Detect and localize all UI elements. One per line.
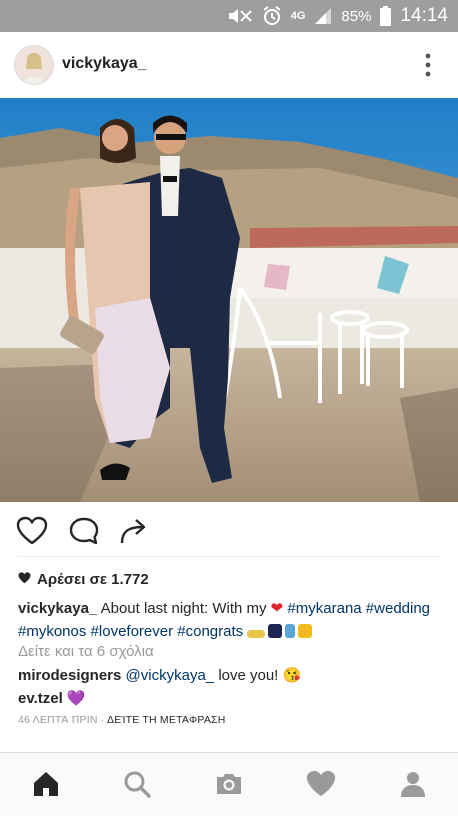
post-header: vickykaya_ [0,32,458,99]
search-icon[interactable] [122,769,152,799]
comment-row: mirodesigners @vickykaya_ love you! 😘 [18,666,301,684]
mute-icon [227,7,253,25]
home-icon[interactable] [31,769,61,799]
battery-percent: 85% [341,7,372,25]
comment-username[interactable]: mirodesigners [18,667,121,684]
crown-emoji-icon [298,624,313,638]
like-heart-icon[interactable] [16,516,48,546]
caption: vickykaya_ About last night: With my ❤ #… [18,597,443,643]
avatar[interactable] [14,45,54,85]
post-photo[interactable] [0,98,458,502]
status-bar: 4G 85% 14:14 [0,0,458,32]
camera-icon[interactable] [214,769,244,799]
hashtag[interactable]: #congrats [177,623,243,640]
post-timestamp: 46 ΛΕΠΤΆ ΠΡΙΝ · ΔΕΊΤΕ ΤΗ ΜΕΤΑΦΡΑΣΗ [18,714,226,726]
rings-emoji-icon [247,630,266,638]
time-ago: 46 ΛΕΠΤΆ ΠΡΙΝ [18,714,98,726]
post-username[interactable]: vickykaya_ [62,55,147,73]
medal-emoji-icon [285,624,296,638]
caption-username[interactable]: vickykaya_ [18,600,97,617]
caption-emojis [247,623,315,640]
hashtag[interactable]: #loveforever [91,623,174,640]
bottom-tab-bar [0,752,458,816]
fireworks-emoji-icon [268,624,283,638]
divider [18,556,440,557]
likes-count[interactable]: Αρέσει σε 1.772 [18,571,149,588]
signal-icon [314,7,332,25]
status-icons: 4G 85% 14:14 [227,0,448,32]
hashtag[interactable]: #mykonos [18,623,86,640]
post-actions [0,502,458,558]
kiss-emoji: 😘 [282,667,302,684]
purple-heart-emoji: 💜 [66,690,86,707]
caption-text: About last night: With my [100,600,267,617]
comment-text: love you! [218,667,279,684]
network-label: 4G [290,10,306,22]
red-heart-emoji: ❤ [270,600,284,617]
mention[interactable]: @vickykaya_ [126,667,215,684]
separator: · [100,714,105,726]
likes-text: Αρέσει σε 1.772 [37,571,149,588]
clock: 14:14 [400,5,448,26]
profile-icon[interactable] [398,769,428,799]
more-options-icon[interactable] [418,52,438,78]
heart-icon[interactable] [306,769,336,799]
hashtag[interactable]: #wedding [366,600,430,617]
see-translation-link[interactable]: ΔΕΊΤΕ ΤΗ ΜΕΤΑΦΡΑΣΗ [107,714,225,726]
hashtag[interactable]: #mykarana [287,600,361,617]
filled-heart-icon [18,571,31,588]
share-icon[interactable] [118,516,150,546]
battery-icon [380,6,392,26]
view-all-comments-link[interactable]: Δείτε και τα 6 σχόλια [18,643,154,660]
comment-username[interactable]: ev.tzel [18,690,63,707]
comment-row: ev.tzel 💜 [18,689,86,707]
alarm-icon [262,6,282,26]
comment-icon[interactable] [68,516,100,546]
